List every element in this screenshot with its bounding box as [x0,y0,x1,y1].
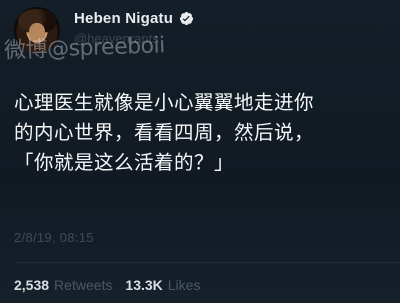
likes-count[interactable]: 13.3K [125,277,162,293]
retweets-label[interactable]: Retweets [54,277,112,293]
tweet-body: 心理医生就像是小心翼翼地走进你 的内心世界，看看四周，然后说， 「你就是这么活着… [14,88,394,178]
tweet-timestamp[interactable]: 2/8/19, 08:15 [14,230,94,245]
tweet-stats: 2,538 Retweets 13.3K Likes [14,277,208,293]
verified-badge-icon [180,11,194,26]
author-display-name[interactable]: Heben Nigatu [74,10,173,27]
divider [14,262,400,263]
author-name-row: Heben Nigatu [74,10,194,27]
author-handle[interactable]: @heavenrants [74,31,159,46]
avatar-face [29,23,45,43]
tweet-line: 的内心世界，看看四周，然后说， [14,121,315,144]
tweet-line: 心理医生就像是小心翼翼地走进你 [14,91,315,114]
retweets-count[interactable]: 2,538 [14,277,49,293]
likes-label[interactable]: Likes [168,277,201,293]
avatar[interactable] [14,7,60,53]
tweet-line: 「你就是这么活着的？」 [14,151,235,174]
tweet-card: Heben Nigatu @heavenrants 微博@spreeboii 心… [0,0,400,303]
